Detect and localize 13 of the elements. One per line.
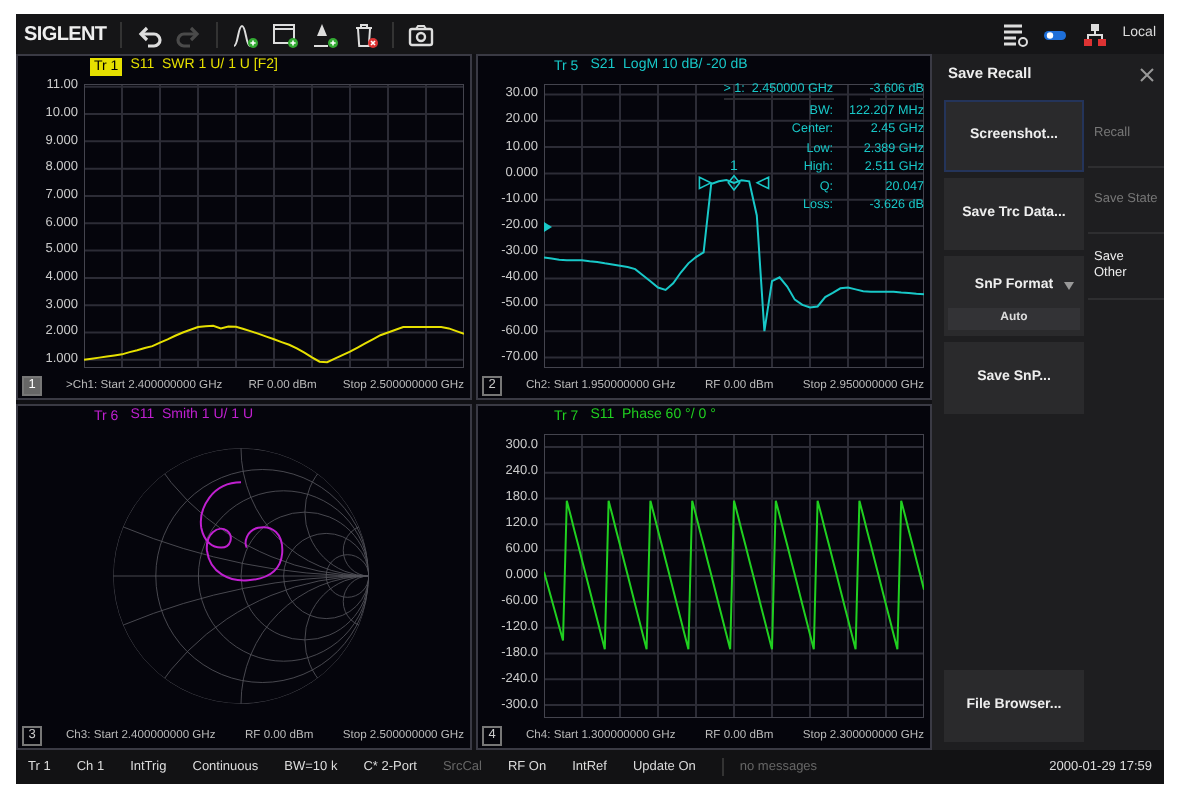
trash-icon[interactable]: [352, 21, 379, 47]
network-icon[interactable]: [1082, 21, 1109, 47]
camera-icon[interactable]: [408, 21, 435, 47]
caret-icon[interactable]: [1064, 282, 1074, 290]
marker-add-icon[interactable]: [312, 21, 339, 47]
undo-icon[interactable]: [136, 21, 163, 47]
marker-drawing: [698, 174, 770, 192]
list-icon[interactable]: [1002, 21, 1029, 47]
reference-arrow-icon: [544, 221, 552, 231]
waveform-add-icon[interactable]: [232, 21, 259, 47]
window-add-icon[interactable]: [272, 21, 299, 47]
brand-logo: SIGLENT: [24, 21, 107, 49]
close-icon[interactable]: [1140, 67, 1154, 81]
